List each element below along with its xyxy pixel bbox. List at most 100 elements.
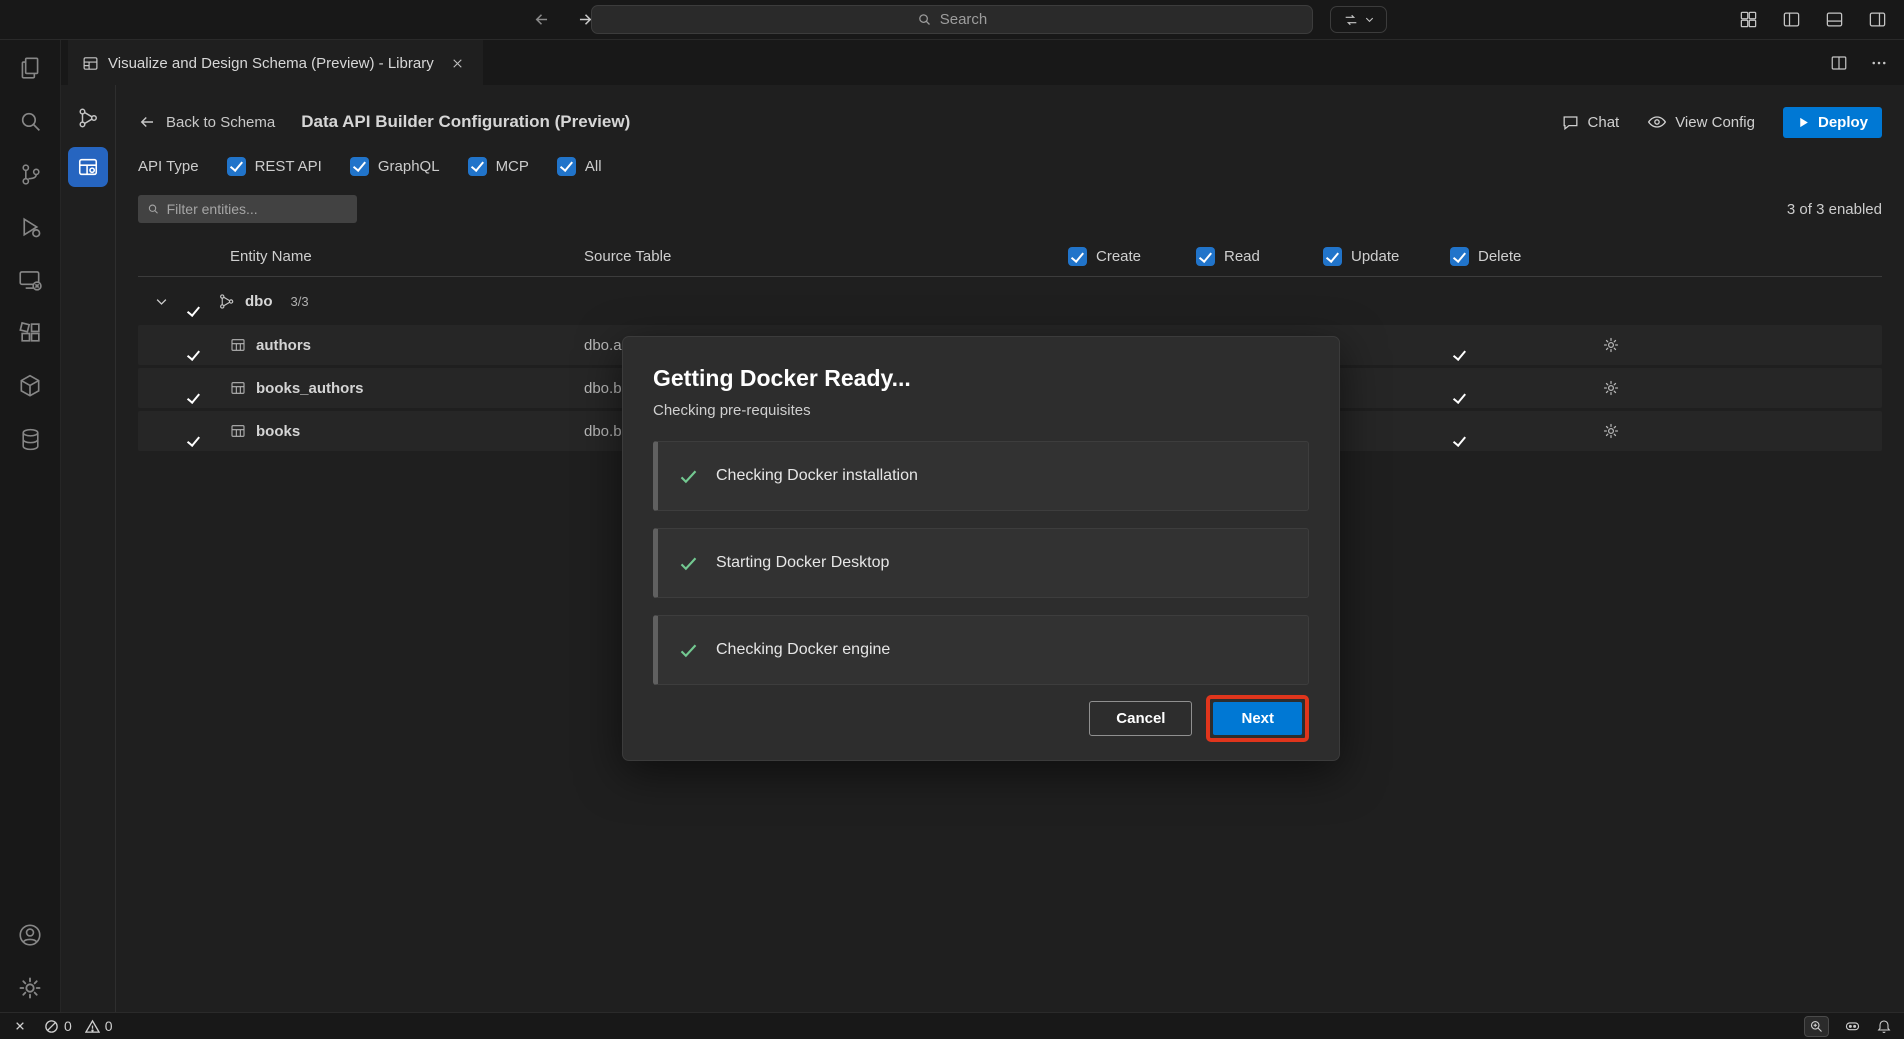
all-checkbox[interactable] (557, 157, 576, 176)
zoom-indicator-icon[interactable] (1804, 1016, 1829, 1037)
tab-bar: Visualize and Design Schema (Preview) - … (61, 40, 1904, 85)
warnings-icon (85, 1019, 100, 1034)
database-icon[interactable] (16, 425, 44, 453)
play-icon (1797, 116, 1810, 129)
row-settings-gear-icon[interactable] (1581, 422, 1641, 440)
update-all-checkbox[interactable] (1323, 247, 1342, 266)
history-nav (528, 7, 598, 33)
chat-label: Chat (1588, 114, 1620, 131)
warning-count: 0 (105, 1018, 113, 1034)
containers-icon[interactable] (16, 372, 44, 400)
update-label: Update (1351, 248, 1399, 265)
session-picker-button[interactable] (1330, 6, 1387, 33)
status-bar-right (1804, 1016, 1892, 1037)
remote-window-icon[interactable] (16, 266, 44, 294)
tab-close-icon[interactable] (447, 52, 469, 74)
api-type-filter: API Type REST API GraphQL MCP (138, 153, 1882, 179)
delete-all-checkbox[interactable] (1450, 247, 1469, 266)
view-config-button[interactable]: View Config (1647, 112, 1755, 132)
create-all-checkbox[interactable] (1068, 247, 1087, 266)
read-label: Read (1224, 248, 1260, 265)
back-label: Back to Schema (166, 114, 275, 131)
step-docker-engine: Checking Docker engine (653, 615, 1309, 685)
tab-schema-designer[interactable]: Visualize and Design Schema (Preview) - … (68, 40, 483, 85)
dialog-subtitle: Checking pre-requisites (653, 402, 1309, 419)
search-icon (147, 202, 160, 216)
check-icon (678, 466, 699, 487)
graphql-checkbox[interactable] (350, 157, 369, 176)
col-create: Create (1068, 247, 1196, 266)
mcp-label: MCP (496, 158, 529, 175)
chevron-down-icon (1364, 14, 1375, 25)
problems-indicator[interactable]: 0 0 (44, 1018, 113, 1034)
status-bar: 0 0 (0, 1012, 1904, 1039)
tab-label: Visualize and Design Schema (Preview) - … (108, 55, 434, 72)
check-icon (678, 553, 699, 574)
view-config-label: View Config (1675, 114, 1755, 131)
toggle-sidebar-icon[interactable] (1778, 7, 1804, 33)
rest-api-checkbox[interactable] (227, 157, 246, 176)
table-icon (230, 337, 246, 353)
col-update: Update (1323, 247, 1450, 266)
toggle-panel-icon[interactable] (1821, 7, 1847, 33)
header-actions: Chat View Config Deploy (1561, 107, 1882, 138)
delete-label: Delete (1478, 248, 1521, 265)
more-actions-icon[interactable] (1866, 50, 1892, 76)
filter-entities-field (138, 195, 357, 223)
api-option-all: All (557, 157, 602, 176)
entity-name: books_authors (256, 380, 364, 397)
row-settings-gear-icon[interactable] (1581, 336, 1641, 354)
dab-config-tool-icon[interactable] (68, 147, 108, 187)
run-debug-icon[interactable] (16, 213, 44, 241)
filter-entities-input[interactable] (167, 201, 348, 217)
back-arrow-icon (138, 113, 156, 131)
col-source-table: Source Table (584, 248, 1068, 265)
errors-icon (44, 1019, 59, 1034)
split-editor-icon[interactable] (1826, 50, 1852, 76)
table-header: Entity Name Source Table Create Read (138, 237, 1882, 277)
settings-gear-icon[interactable] (16, 974, 44, 1002)
notifications-bell-icon[interactable] (1876, 1018, 1892, 1034)
view-config-icon (1647, 112, 1667, 132)
api-option-graphql: GraphQL (350, 157, 440, 176)
graphql-label: GraphQL (378, 158, 440, 175)
step-label: Checking Docker installation (716, 467, 918, 485)
search-label: Search (940, 11, 988, 28)
search-view-icon[interactable] (16, 107, 44, 135)
chat-button[interactable]: Chat (1561, 113, 1620, 132)
deploy-button[interactable]: Deploy (1783, 107, 1882, 138)
schema-diagram-icon[interactable] (71, 101, 105, 135)
docker-ready-dialog: Getting Docker Ready... Checking pre-req… (622, 336, 1340, 761)
explorer-icon[interactable] (16, 54, 44, 82)
col-entity-name: Entity Name (230, 248, 584, 265)
back-arrow-icon[interactable] (528, 7, 554, 33)
cancel-button[interactable]: Cancel (1089, 701, 1192, 736)
prerequisite-steps: Checking Docker installation Starting Do… (653, 441, 1309, 685)
extensions-icon[interactable] (16, 319, 44, 347)
table-icon (230, 423, 246, 439)
command-search[interactable]: Search (591, 5, 1313, 34)
source-control-icon[interactable] (16, 160, 44, 188)
next-button[interactable]: Next (1213, 702, 1302, 735)
customize-layout-icon[interactable] (1735, 7, 1761, 33)
layout-controls (1735, 7, 1890, 33)
dialog-title: Getting Docker Ready... (653, 365, 1309, 392)
row-settings-gear-icon[interactable] (1581, 379, 1641, 397)
dialog-buttons: Cancel Next (653, 695, 1309, 742)
remote-icon (12, 1018, 28, 1034)
read-all-checkbox[interactable] (1196, 247, 1215, 266)
copilot-icon[interactable] (1844, 1018, 1861, 1035)
page-title: Data API Builder Configuration (Preview) (301, 112, 630, 132)
entity-name: authors (256, 337, 311, 354)
chevron-down-icon[interactable] (138, 294, 184, 309)
mcp-checkbox[interactable] (468, 157, 487, 176)
account-icon[interactable] (16, 921, 44, 949)
toggle-secondary-sidebar-icon[interactable] (1864, 7, 1890, 33)
entity-name: books (256, 423, 300, 440)
create-label: Create (1096, 248, 1141, 265)
deploy-label: Deploy (1818, 114, 1868, 131)
search-icon (917, 12, 932, 27)
back-to-schema-link[interactable]: Back to Schema (138, 113, 275, 131)
step-docker-desktop: Starting Docker Desktop (653, 528, 1309, 598)
remote-indicator[interactable] (12, 1018, 28, 1034)
